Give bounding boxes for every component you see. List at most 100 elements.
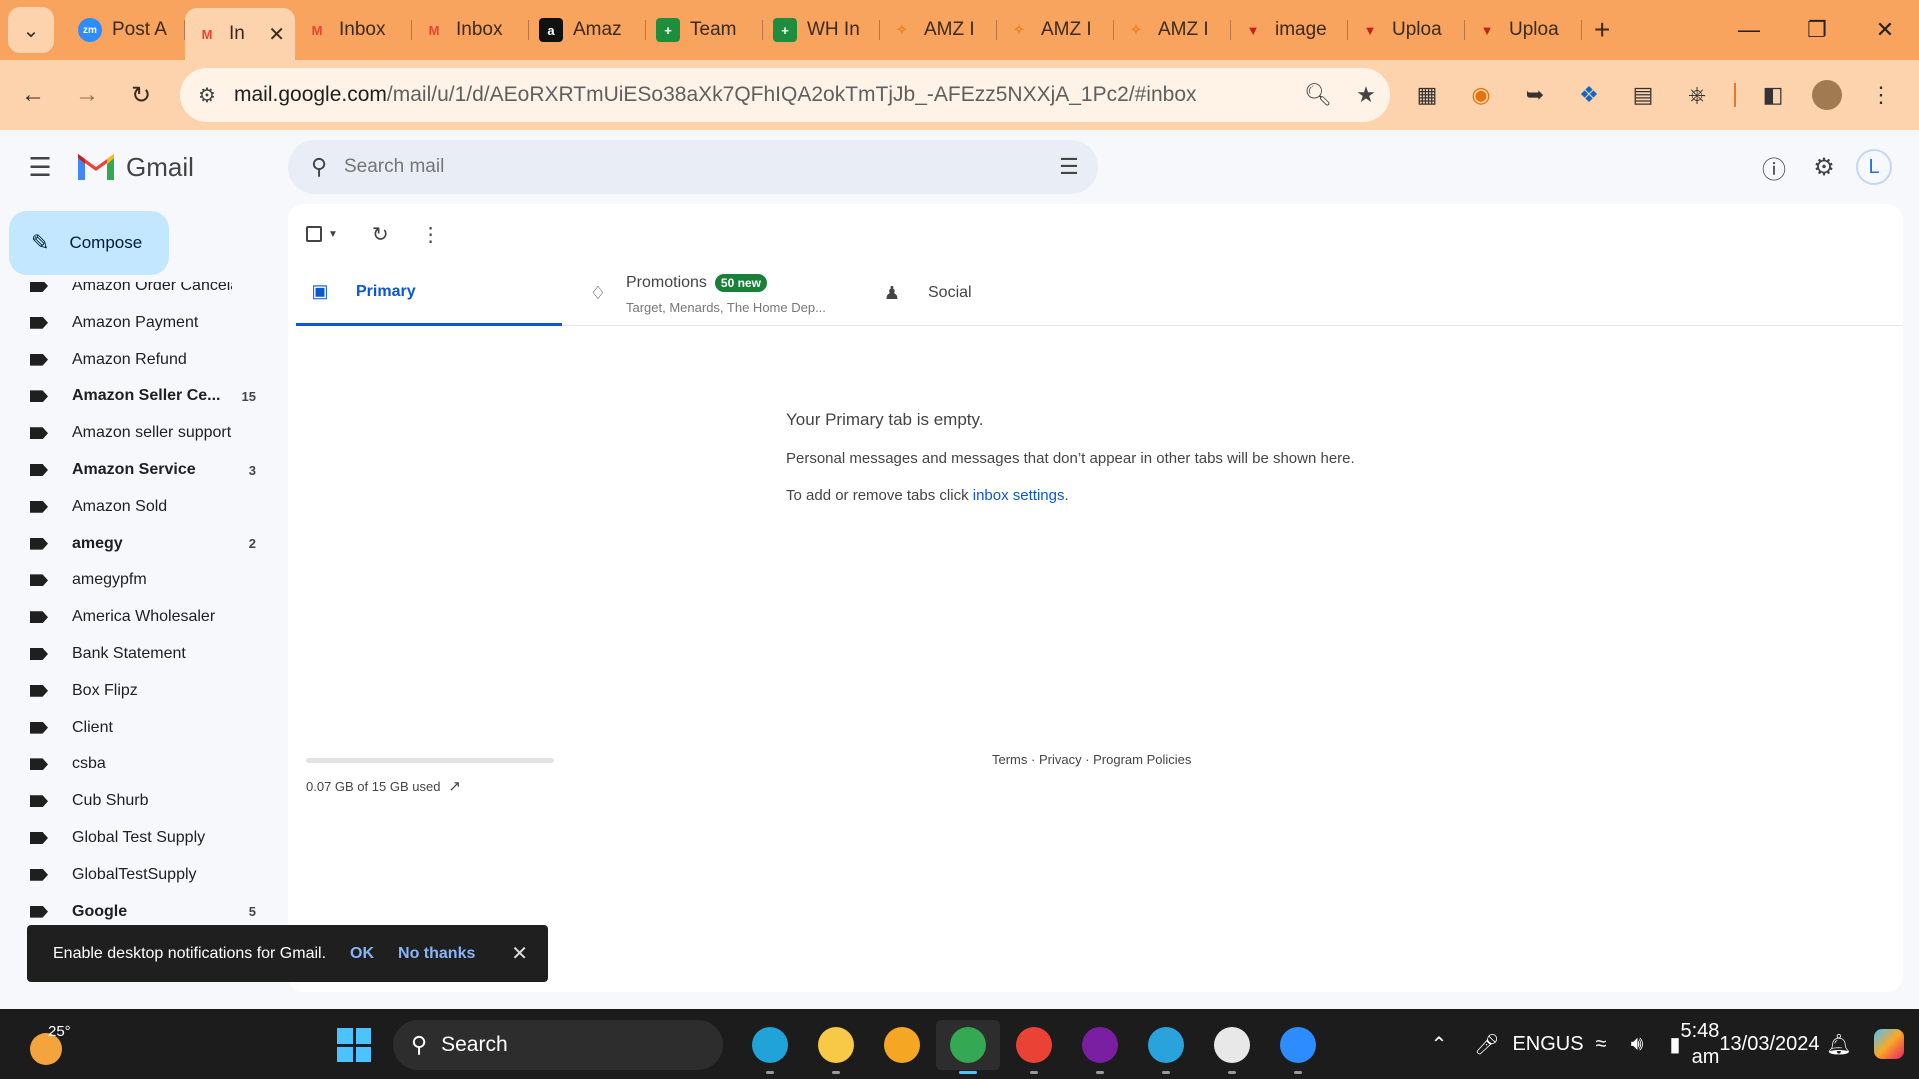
gmail-logo[interactable]: Gmail bbox=[76, 152, 194, 183]
file-explorer-icon[interactable] bbox=[804, 1020, 868, 1074]
sidebar-label-item[interactable]: Amazon Service 3 bbox=[0, 452, 270, 488]
label-name: amegy bbox=[72, 534, 123, 552]
close-tab-icon[interactable]: ✕ bbox=[268, 22, 285, 47]
search-icon[interactable]: ⚲ bbox=[294, 154, 344, 180]
slack-icon[interactable] bbox=[1200, 1020, 1264, 1074]
browser-tab[interactable]: ✧ AMZ I bbox=[997, 8, 1114, 52]
sidebar-label-item[interactable]: Amazon Refund bbox=[0, 342, 270, 378]
select-all-checkbox[interactable] bbox=[306, 226, 322, 242]
telegram-icon[interactable] bbox=[1134, 1020, 1198, 1074]
privacy-link[interactable]: Privacy bbox=[1039, 752, 1082, 767]
close-window-button[interactable]: ✕ bbox=[1851, 0, 1919, 60]
browser-tab[interactable]: ✧ AMZ I bbox=[880, 8, 997, 52]
inbox-settings-link[interactable]: inbox settings bbox=[973, 487, 1065, 504]
running-indicator bbox=[1162, 1071, 1170, 1074]
open-external-icon[interactable]: ↗ bbox=[448, 777, 461, 795]
url-text[interactable]: mail.google.com/mail/u/1/d/AEoRXRTmUiESo… bbox=[234, 83, 1294, 107]
sidebar-label-item[interactable]: Global Test Supply bbox=[0, 820, 270, 856]
chrome-icon[interactable] bbox=[936, 1020, 1000, 1074]
language-indicator[interactable]: ENG US bbox=[1512, 1034, 1583, 1054]
tab-primary[interactable]: ▣ Primary bbox=[296, 260, 562, 326]
browser-tab[interactable]: + WH In bbox=[763, 8, 880, 52]
edge-icon[interactable] bbox=[738, 1020, 802, 1074]
clock[interactable]: 5:48 am 13/03/2024 bbox=[1680, 1018, 1819, 1070]
reload-button[interactable]: ↻ bbox=[114, 68, 168, 122]
site-info-icon[interactable]: ⚙ bbox=[180, 68, 234, 122]
sidebar-label-item[interactable]: Client bbox=[0, 710, 270, 746]
browser-tab[interactable]: zm Post A bbox=[68, 8, 185, 52]
sidebar-label-item[interactable]: amegypfm bbox=[0, 562, 270, 598]
sidebar-label-item[interactable]: Amazon seller support bbox=[0, 415, 270, 451]
browser-tab[interactable]: ✧ AMZ I bbox=[1114, 8, 1231, 52]
extensions-puzzle-icon[interactable]: ⎈ bbox=[1670, 68, 1724, 122]
side-panel-icon[interactable]: ◧ bbox=[1746, 68, 1800, 122]
terms-link[interactable]: Terms bbox=[992, 752, 1027, 767]
main-menu-icon[interactable]: ☰ bbox=[16, 143, 64, 191]
snackbar-no-thanks-button[interactable]: No thanks bbox=[398, 945, 475, 963]
sidebar-label-item[interactable]: Bank Statement bbox=[0, 636, 270, 672]
brave-icon[interactable] bbox=[870, 1020, 934, 1070]
extension-off-icon[interactable]: ▤ bbox=[1616, 68, 1670, 122]
upload-favicon: ▼ bbox=[1246, 22, 1260, 38]
weather-widget[interactable]: 25° bbox=[28, 1023, 72, 1067]
profile-avatar[interactable] bbox=[1800, 68, 1854, 122]
settings-gear-icon[interactable]: ⚙ bbox=[1799, 142, 1849, 192]
chrome-menu-icon[interactable]: ⋮ bbox=[1854, 68, 1908, 122]
wifi-icon[interactable]: ≈ bbox=[1583, 1033, 1619, 1056]
close-icon[interactable]: ✕ bbox=[511, 941, 528, 966]
program-policies-link[interactable]: Program Policies bbox=[1093, 752, 1191, 767]
sidebar-label-item[interactable]: Amazon Seller Ce... 15 bbox=[0, 378, 270, 414]
snackbar-ok-button[interactable]: OK bbox=[350, 945, 374, 963]
bookmark-star-icon[interactable]: ★ bbox=[1342, 82, 1390, 108]
notification-bell-icon[interactable]: 🔔︎ bbox=[1819, 1032, 1859, 1057]
chrome-profile-k2-icon[interactable] bbox=[1068, 1020, 1132, 1074]
tab-search-button[interactable]: ⌄ bbox=[8, 7, 54, 53]
browser-tab[interactable]: ▼ image bbox=[1231, 8, 1348, 52]
tab-promotions[interactable]: ♢ Promotions 50 new Target, Menards, The… bbox=[586, 260, 866, 326]
help-icon[interactable]: ⓘ bbox=[1749, 142, 1799, 192]
browser-tab[interactable]: a Amaz bbox=[529, 8, 646, 52]
compose-button[interactable]: ✎ Compose bbox=[9, 211, 169, 275]
browser-tab[interactable]: M Inbox bbox=[295, 8, 412, 52]
chrome-profile-k-icon[interactable] bbox=[1002, 1020, 1066, 1074]
sidebar-label-item[interactable]: csba bbox=[0, 746, 270, 782]
forward-button[interactable]: → bbox=[60, 68, 114, 122]
sidebar-label-item[interactable]: Amazon Payment bbox=[0, 305, 270, 341]
restore-button[interactable]: ❐ bbox=[1783, 0, 1851, 60]
chevron-up-icon[interactable]: ⌃ bbox=[1417, 1032, 1461, 1057]
microphone-icon[interactable]: 🎤︎ bbox=[1461, 1032, 1513, 1057]
back-button[interactable]: ← bbox=[6, 68, 60, 122]
sidebar-label-item[interactable]: GlobalTestSupply bbox=[0, 857, 270, 893]
sidebar-label-item[interactable]: America Wholesaler bbox=[0, 599, 270, 635]
browser-tab[interactable]: ▼ Uploa bbox=[1348, 8, 1465, 52]
sidebar-label-item[interactable]: Box Flipz bbox=[0, 673, 270, 709]
more-options-icon[interactable]: ⋮ bbox=[421, 222, 441, 247]
sidebar-label-item[interactable]: Amazon Sold bbox=[0, 489, 270, 525]
refresh-icon[interactable]: ↻ bbox=[372, 222, 389, 247]
tab-social[interactable]: ♟ Social bbox=[880, 260, 1140, 326]
browser-tab[interactable]: ▼ Uploa bbox=[1465, 8, 1582, 52]
browser-tab[interactable]: M In ✕ bbox=[185, 8, 295, 60]
sidebar-label-item[interactable]: Amazon Order Cancelat... bbox=[0, 282, 270, 304]
new-tab-button[interactable]: + bbox=[1594, 14, 1610, 46]
copilot-icon[interactable] bbox=[1859, 1029, 1919, 1059]
account-button[interactable]: L bbox=[1849, 142, 1899, 192]
sidebar-label-item[interactable]: amegy 2 bbox=[0, 526, 270, 562]
extension-orange-circle-icon[interactable]: ◉ bbox=[1454, 68, 1508, 122]
search-input[interactable] bbox=[344, 156, 1040, 178]
start-button[interactable] bbox=[337, 1028, 371, 1062]
browser-tab[interactable]: M Inbox bbox=[412, 8, 529, 52]
sidebar-label-item[interactable]: Cub Shurb bbox=[0, 783, 270, 819]
select-dropdown-icon[interactable]: ▼ bbox=[328, 229, 338, 240]
search-options-icon[interactable]: ☰ bbox=[1040, 154, 1098, 180]
taskbar-search[interactable]: ⚲ Search bbox=[393, 1020, 723, 1070]
browser-tab[interactable]: + Team bbox=[646, 8, 763, 52]
address-bar[interactable]: ⚙ mail.google.com/mail/u/1/d/AEoRXRTmUiE… bbox=[180, 68, 1390, 122]
extension-blue-icon[interactable]: ❖ bbox=[1562, 68, 1616, 122]
volume-icon[interactable]: 🔊︎ bbox=[1619, 1033, 1655, 1056]
zoom-magnifier-icon[interactable]: 🔍︎ bbox=[1294, 82, 1342, 108]
zoom-icon[interactable] bbox=[1266, 1020, 1330, 1074]
extension-arrow-icon[interactable]: ➥ bbox=[1508, 68, 1562, 122]
minimize-button[interactable]: — bbox=[1715, 0, 1783, 60]
qr-code-icon[interactable]: ▦ bbox=[1400, 68, 1454, 122]
